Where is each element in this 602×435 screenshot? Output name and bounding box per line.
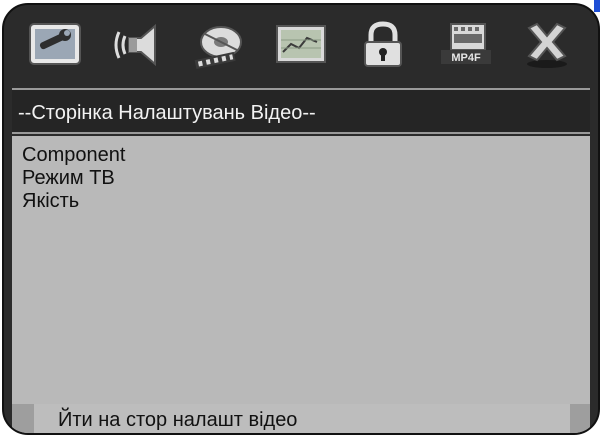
page-title: --Сторінка Налаштувань Відео--: [12, 88, 590, 134]
footer-left-cap: [12, 404, 34, 433]
video-setup-icon[interactable]: [189, 18, 249, 72]
menu-item-tv-mode[interactable]: Режим ТВ: [22, 167, 580, 190]
exit-icon[interactable]: [517, 18, 577, 72]
setup-toolbar: MP4F: [4, 5, 598, 85]
menu-item-quality[interactable]: Якість: [22, 190, 580, 213]
footer-right-cap: [570, 404, 590, 433]
setup-menu-window: MP4F --Сторінка Налаштувань Відео-- Comp…: [2, 3, 600, 435]
footer-hint: Йти на стор налашт відео: [58, 409, 298, 431]
audio-setup-icon[interactable]: [107, 18, 167, 72]
video-settings-list: Component Режим ТВ Якість: [12, 136, 590, 404]
password-lock-icon[interactable]: [353, 18, 413, 72]
general-setup-icon[interactable]: [25, 18, 85, 72]
svg-text:MP4F: MP4F: [451, 52, 481, 64]
menu-item-component[interactable]: Component: [22, 144, 580, 167]
status-footer: Йти на стор налашт відео: [12, 404, 590, 433]
preferences-icon[interactable]: [271, 18, 331, 72]
mp4-setup-icon[interactable]: MP4F: [435, 18, 495, 72]
